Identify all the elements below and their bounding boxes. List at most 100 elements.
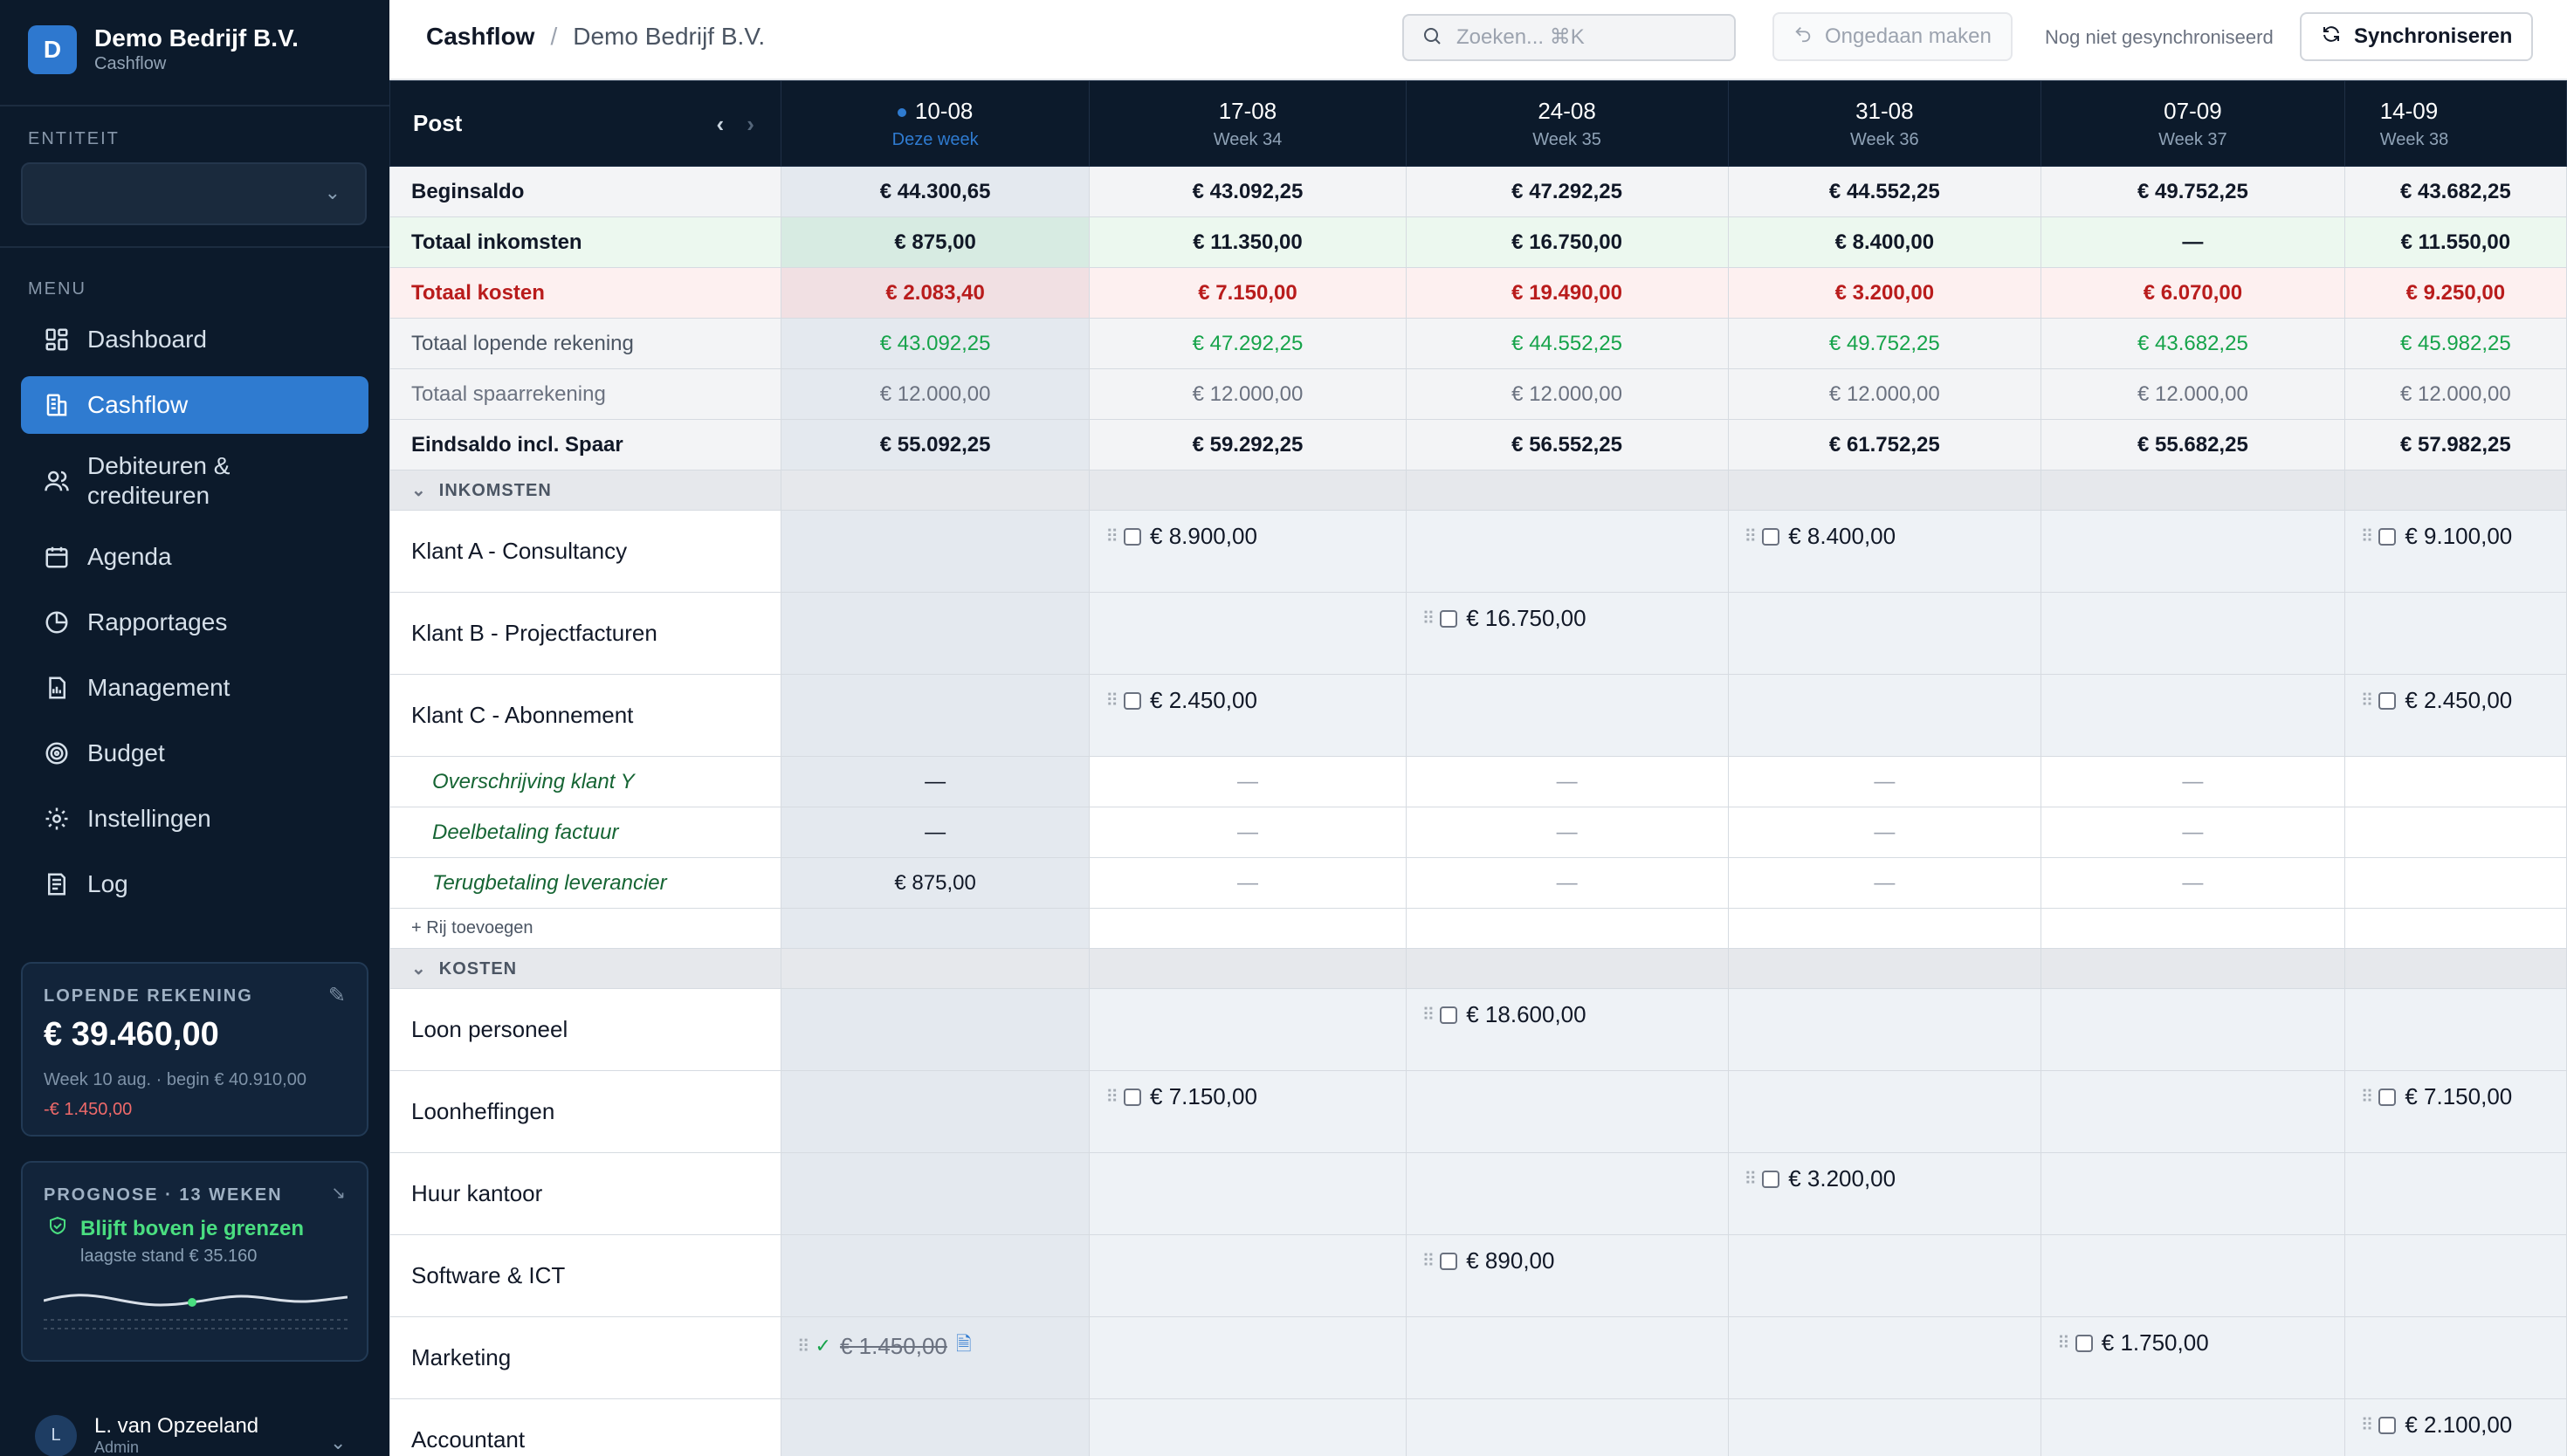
amount-cell[interactable]: ⠿ ✓ € 1.450,00 🗎 bbox=[780, 1316, 1091, 1399]
paid-checkbox[interactable] bbox=[2378, 691, 2397, 710]
amount-cell[interactable] bbox=[1089, 1398, 1407, 1456]
sub-cell[interactable]: — bbox=[1405, 807, 1729, 858]
pencil-icon[interactable]: ✎ bbox=[328, 983, 346, 1008]
drag-handle-icon[interactable]: ⠿ bbox=[797, 1336, 810, 1357]
amount-entry[interactable]: ⠿ € 2.450,00 bbox=[1105, 687, 1405, 714]
amount-cell[interactable] bbox=[1405, 1070, 1729, 1153]
amount-cell[interactable] bbox=[780, 674, 1091, 757]
row-label[interactable]: Accountant bbox=[389, 1398, 781, 1456]
sub-cell[interactable]: — bbox=[780, 756, 1091, 807]
row-label[interactable]: Deelbetaling factuur bbox=[389, 807, 781, 858]
paid-checkbox[interactable] bbox=[2378, 1416, 2397, 1434]
amount-cell[interactable] bbox=[1405, 1316, 1729, 1399]
week-header[interactable]: 31-08 Week 36 bbox=[1727, 80, 2042, 167]
row-label[interactable]: Loonheffingen bbox=[389, 1070, 781, 1153]
amount-cell[interactable]: ⠿ € 890,00 bbox=[1405, 1234, 1729, 1317]
row-label[interactable]: Klant B - Projectfacturen bbox=[389, 592, 781, 675]
sub-cell[interactable]: — bbox=[1405, 857, 1729, 909]
paid-checkbox[interactable] bbox=[1124, 691, 1142, 710]
sub-cell[interactable]: — bbox=[1089, 756, 1407, 807]
amount-cell[interactable] bbox=[1727, 988, 2042, 1071]
sub-cell[interactable]: — bbox=[1727, 807, 2042, 858]
paid-checkbox[interactable] bbox=[1440, 609, 1458, 628]
sub-cell[interactable]: — bbox=[2041, 756, 2345, 807]
drag-handle-icon[interactable]: ⠿ bbox=[1422, 1004, 1435, 1026]
week-header[interactable]: 17-08 Week 34 bbox=[1089, 80, 1407, 167]
amount-cell[interactable] bbox=[1727, 1070, 2042, 1153]
amount-value[interactable]: € 2.450,00 bbox=[2405, 687, 2512, 714]
amount-entry[interactable]: ⠿ € 890,00 bbox=[1422, 1247, 1727, 1274]
amount-entry[interactable]: ⠿ € 9.100,00 bbox=[2361, 523, 2566, 550]
sub-cell[interactable]: — bbox=[1727, 857, 2042, 909]
brand[interactable]: D Demo Bedrijf B.V. Cashflow bbox=[28, 24, 299, 74]
drag-handle-icon[interactable]: ⠿ bbox=[1105, 525, 1118, 547]
chevron-right-icon[interactable]: › bbox=[747, 111, 754, 138]
amount-cell[interactable]: ⠿ € 2.100,00 bbox=[2343, 1398, 2567, 1456]
drag-handle-icon[interactable]: ⠿ bbox=[2361, 1414, 2374, 1436]
sub-cell[interactable]: — bbox=[1727, 756, 2042, 807]
document-icon[interactable]: 🗎 bbox=[956, 1329, 972, 1363]
amount-cell[interactable] bbox=[780, 1152, 1091, 1235]
amount-cell[interactable] bbox=[2041, 510, 2345, 593]
amount-cell[interactable] bbox=[2343, 1316, 2567, 1399]
row-label[interactable]: Terugbetaling leverancier bbox=[389, 857, 781, 909]
paid-checkbox[interactable] bbox=[2378, 1088, 2397, 1106]
amount-value[interactable]: € 18.600,00 bbox=[1466, 1001, 1586, 1028]
drag-handle-icon[interactable]: ⠿ bbox=[2057, 1332, 2070, 1354]
amount-cell[interactable] bbox=[1089, 1316, 1407, 1399]
sidebar-item-agenda[interactable]: Agenda bbox=[21, 528, 368, 586]
chevron-down-icon[interactable]: ⌄ bbox=[330, 1432, 346, 1454]
row-label[interactable]: Marketing bbox=[389, 1316, 781, 1399]
paid-checkbox[interactable] bbox=[1762, 527, 1780, 546]
row-label[interactable]: Software & ICT bbox=[389, 1234, 781, 1317]
sidebar-item-instellingen[interactable]: Instellingen bbox=[21, 790, 368, 848]
amount-value[interactable]: € 7.150,00 bbox=[2405, 1083, 2512, 1110]
sub-cell[interactable]: — bbox=[1089, 807, 1407, 858]
amount-cell[interactable] bbox=[2343, 1234, 2567, 1317]
sidebar-item-debiteuren[interactable]: Debiteuren & crediteuren bbox=[21, 442, 368, 520]
amount-cell[interactable]: ⠿ € 7.150,00 bbox=[2343, 1070, 2567, 1153]
paid-checkbox[interactable] bbox=[2378, 527, 2397, 546]
breadcrumb-entity[interactable]: Demo Bedrijf B.V. bbox=[573, 23, 765, 51]
amount-entry[interactable]: ⠿ € 2.450,00 bbox=[2361, 687, 2566, 714]
amount-cell[interactable] bbox=[780, 988, 1091, 1071]
amount-cell[interactable] bbox=[1405, 674, 1729, 757]
amount-cell[interactable] bbox=[1089, 988, 1407, 1071]
amount-cell[interactable] bbox=[2041, 592, 2345, 675]
paid-checkbox[interactable] bbox=[2075, 1334, 2093, 1352]
drag-handle-icon[interactable]: ⠿ bbox=[1105, 690, 1118, 711]
amount-entry[interactable]: ⠿ € 16.750,00 bbox=[1422, 605, 1727, 632]
amount-entry[interactable]: ⠿ € 8.400,00 bbox=[1745, 523, 2041, 550]
sub-cell[interactable] bbox=[2343, 756, 2567, 807]
amount-cell[interactable] bbox=[2041, 674, 2345, 757]
sub-cell[interactable] bbox=[2343, 857, 2567, 909]
amount-cell[interactable]: ⠿ € 18.600,00 bbox=[1405, 988, 1729, 1071]
amount-entry[interactable]: ⠿ € 8.900,00 bbox=[1105, 523, 1405, 550]
amount-cell[interactable] bbox=[1727, 674, 2042, 757]
sub-cell[interactable]: — bbox=[1089, 857, 1407, 909]
amount-value[interactable]: € 3.200,00 bbox=[1788, 1165, 1896, 1192]
amount-cell[interactable] bbox=[780, 592, 1091, 675]
sub-cell[interactable]: — bbox=[1405, 756, 1729, 807]
drag-handle-icon[interactable]: ⠿ bbox=[1745, 525, 1758, 547]
drag-handle-icon[interactable]: ⠿ bbox=[1422, 608, 1435, 629]
week-header[interactable]: 14-09 Week 38 bbox=[2343, 80, 2567, 167]
search-box[interactable] bbox=[1402, 14, 1736, 61]
sub-cell[interactable]: — bbox=[2041, 857, 2345, 909]
amount-cell[interactable] bbox=[1405, 1398, 1729, 1456]
amount-cell[interactable] bbox=[780, 1234, 1091, 1317]
section-header[interactable]: ⌄ KOSTEN bbox=[389, 948, 781, 989]
amount-value[interactable]: € 2.450,00 bbox=[1150, 687, 1257, 714]
sub-cell[interactable] bbox=[2343, 807, 2567, 858]
sidebar-item-budget[interactable]: Budget bbox=[21, 725, 368, 782]
amount-cell[interactable] bbox=[1727, 1234, 2042, 1317]
amount-cell[interactable] bbox=[2343, 1152, 2567, 1235]
amount-cell[interactable]: ⠿ € 7.150,00 bbox=[1089, 1070, 1407, 1153]
amount-cell[interactable]: ⠿ € 8.400,00 bbox=[1727, 510, 2042, 593]
amount-cell[interactable] bbox=[2041, 1234, 2345, 1317]
amount-cell[interactable] bbox=[1727, 1316, 2042, 1399]
amount-cell[interactable]: ⠿ € 1.750,00 bbox=[2041, 1316, 2345, 1399]
amount-value[interactable]: € 8.400,00 bbox=[1788, 523, 1896, 550]
row-label[interactable]: Loon personeel bbox=[389, 988, 781, 1071]
amount-cell[interactable]: ⠿ € 8.900,00 bbox=[1089, 510, 1407, 593]
